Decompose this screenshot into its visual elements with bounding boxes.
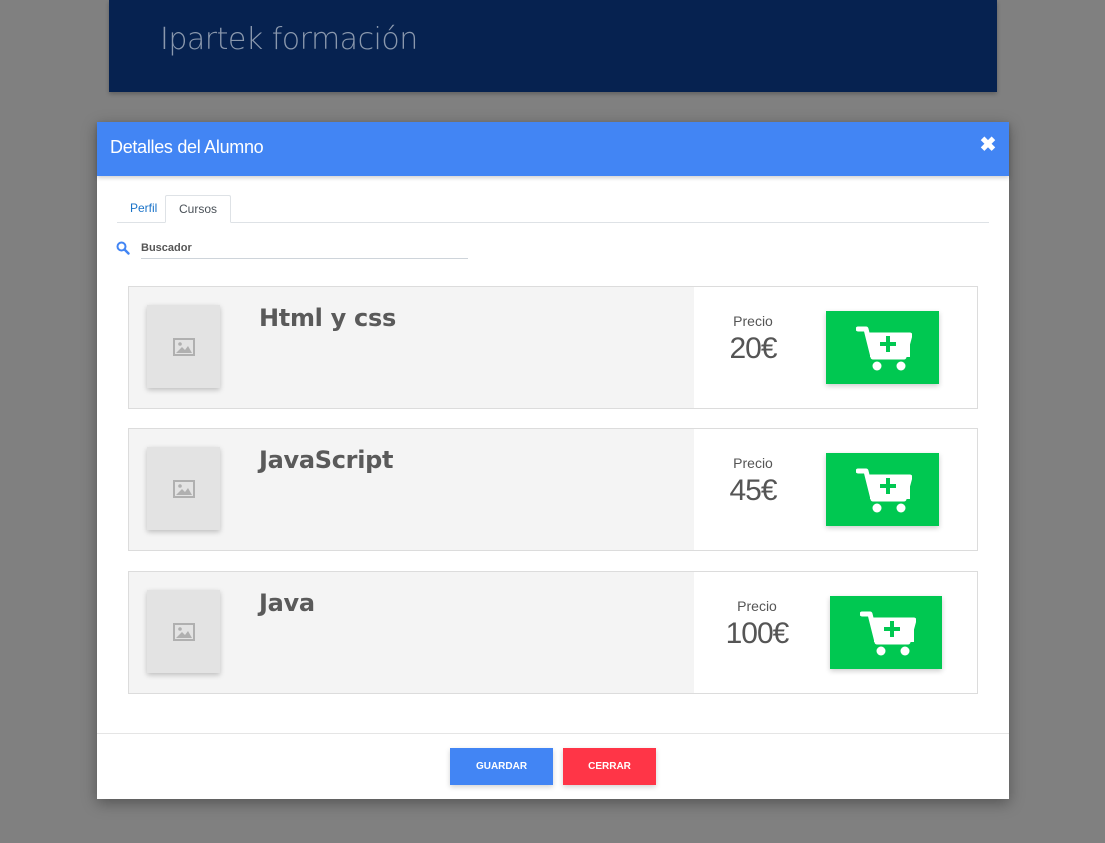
add-to-cart-icon bbox=[860, 611, 916, 656]
price-value: 20€ bbox=[729, 332, 777, 365]
save-button[interactable]: Guardar bbox=[450, 748, 553, 785]
add-to-cart-button[interactable] bbox=[830, 596, 942, 669]
price-label: Precio bbox=[737, 598, 777, 614]
close-icon[interactable]: ✖ bbox=[979, 135, 997, 155]
course-card: Java Precio 100€ bbox=[128, 571, 978, 694]
search-input[interactable] bbox=[141, 237, 468, 259]
cancel-button[interactable]: Cerrar bbox=[563, 748, 656, 785]
brand-title: Ipartek formación bbox=[160, 22, 418, 57]
price-value: 45€ bbox=[729, 474, 777, 507]
add-to-cart-icon bbox=[856, 326, 912, 371]
modal-footer: Guardar Cerrar bbox=[97, 733, 1009, 800]
course-name: Java bbox=[259, 589, 315, 617]
course-thumbnail bbox=[147, 447, 220, 530]
course-name: Html y css bbox=[259, 304, 396, 332]
price-label: Precio bbox=[733, 313, 773, 329]
course-name: JavaScript bbox=[259, 446, 394, 474]
price-label: Precio bbox=[733, 455, 773, 471]
price-value: 100€ bbox=[725, 617, 790, 650]
student-details-modal: Detalles del Alumno ✖ Perfil Cursos Html… bbox=[97, 122, 1009, 799]
add-to-cart-icon bbox=[856, 468, 912, 513]
course-card: Html y css Precio 20€ bbox=[128, 286, 978, 409]
tab-bar: Perfil Cursos bbox=[117, 195, 989, 223]
site-header: Ipartek formación bbox=[109, 0, 997, 92]
modal-title: Detalles del Alumno bbox=[110, 137, 264, 157]
image-placeholder-icon bbox=[173, 480, 195, 498]
search-icon bbox=[116, 241, 130, 255]
course-info: Java bbox=[129, 572, 694, 693]
course-info: Html y css bbox=[129, 287, 694, 408]
add-to-cart-button[interactable] bbox=[826, 453, 939, 526]
course-thumbnail bbox=[147, 590, 220, 673]
tab-perfil[interactable]: Perfil bbox=[117, 195, 170, 221]
image-placeholder-icon bbox=[173, 338, 195, 356]
course-card: JavaScript Precio 45€ bbox=[128, 428, 978, 551]
modal-header: Detalles del Alumno ✖ bbox=[97, 122, 1009, 176]
course-thumbnail bbox=[147, 305, 220, 388]
tab-cursos[interactable]: Cursos bbox=[165, 195, 232, 223]
course-info: JavaScript bbox=[129, 429, 694, 550]
add-to-cart-button[interactable] bbox=[826, 311, 939, 384]
image-placeholder-icon bbox=[173, 623, 195, 641]
